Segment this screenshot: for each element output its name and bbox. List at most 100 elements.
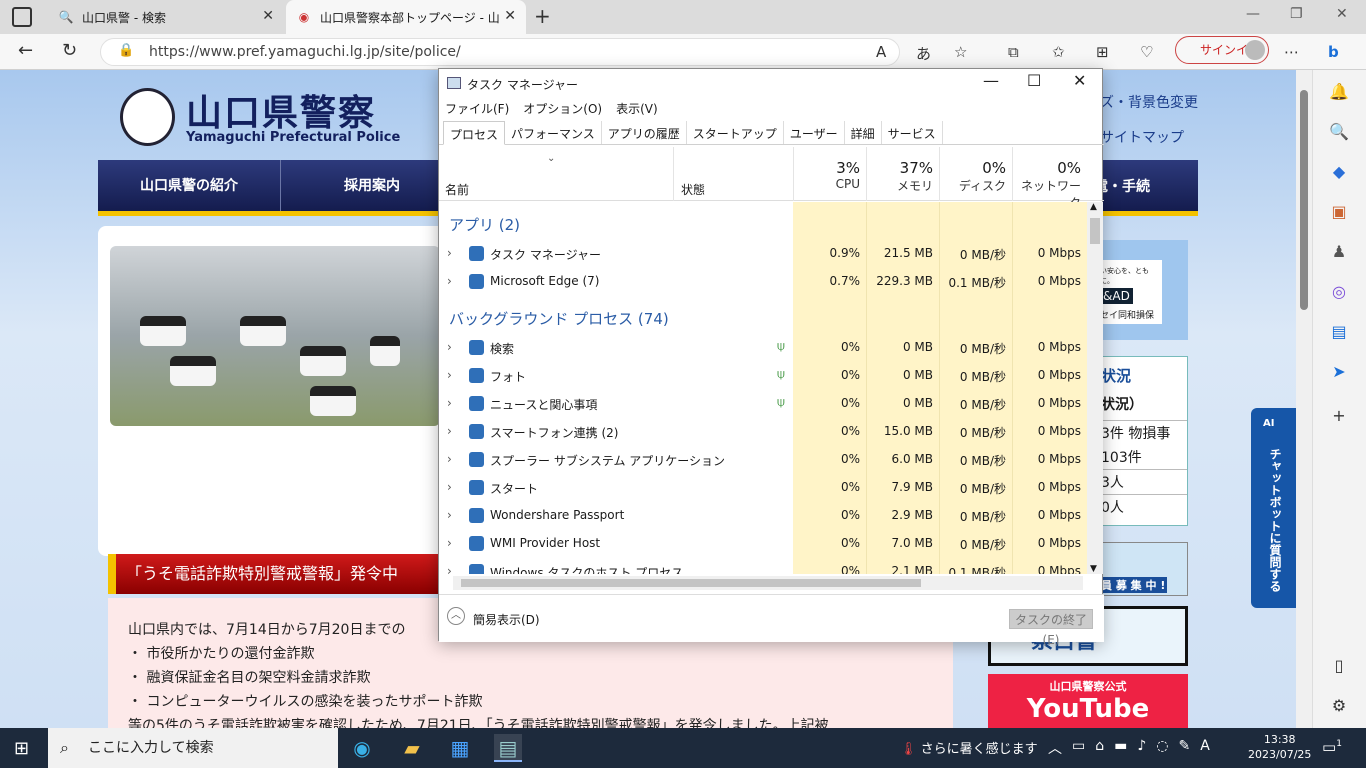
chatbot-button[interactable]: AI チャットボットに質問する <box>1251 408 1296 608</box>
scroll-thumb[interactable] <box>461 579 921 587</box>
tools-icon[interactable]: ▣ <box>1329 202 1349 221</box>
file-explorer-icon[interactable]: ▰ <box>398 734 426 762</box>
edge-browser-icon[interactable]: ◉ <box>348 734 376 762</box>
minimize-icon[interactable]: — <box>983 71 999 90</box>
process-row[interactable]: › 検索 ⍦ 0% 0 MB 0 MB/秒 0 Mbps <box>439 334 1087 362</box>
taskbar-search-box[interactable]: ⌕ ここに入力して検索 <box>48 728 338 768</box>
outlook-icon[interactable]: ▤ <box>1329 322 1349 341</box>
add-icon[interactable]: + <box>1329 406 1349 425</box>
column-network[interactable]: 0% ネットワーク <box>1012 147 1087 210</box>
close-tab-icon[interactable]: ✕ <box>262 8 274 24</box>
nav-item-about[interactable]: 山口県警の紹介 <box>98 160 281 211</box>
settings-gear-icon[interactable]: ⚙ <box>1329 696 1349 715</box>
column-disk[interactable]: 0% ディスク <box>939 147 1012 201</box>
volume-icon[interactable]: ♪ <box>1137 738 1146 758</box>
tab-startup[interactable]: スタートアップ <box>687 121 784 144</box>
bing-icon[interactable]: b <box>1328 43 1339 61</box>
tab-police-home[interactable]: ◉ 山口県警察本部トップページ - 山口 ✕ <box>286 0 526 34</box>
process-row[interactable]: › スプーラー サブシステム アプリケーション 0% 6.0 MB 0 MB/秒 0 Mb… <box>439 446 1087 474</box>
tab-actions-icon[interactable] <box>12 7 32 27</box>
tab-app-history[interactable]: アプリの履歴 <box>602 121 687 144</box>
alert-title[interactable]: 「うそ電話詐欺特別警戒警報」発令中 <box>108 554 438 594</box>
youtube-banner[interactable]: 山口県警察公式 YouTube <box>988 674 1188 728</box>
split-screen-icon[interactable]: ⧉ <box>1008 43 1019 61</box>
process-row[interactable]: › スマートフォン連携 (2) 0% 15.0 MB 0 MB/秒 0 Mbps <box>439 418 1087 446</box>
read-aloud-icon[interactable]: A <box>876 43 886 61</box>
column-memory[interactable]: 37% メモリ <box>866 147 939 201</box>
menu-view[interactable]: 表示(V) <box>616 100 658 117</box>
close-icon[interactable]: ✕ <box>1073 71 1086 90</box>
mascot-logo-icon[interactable] <box>120 88 175 146</box>
column-cpu[interactable]: 3% CPU <box>793 147 866 201</box>
expand-chevron-icon[interactable]: › <box>447 564 452 574</box>
close-tab-icon[interactable]: ✕ <box>504 8 516 24</box>
tab-users[interactable]: ユーザー <box>784 121 845 144</box>
expand-chevron-icon[interactable]: › <box>447 536 452 550</box>
translate-icon[interactable]: あ <box>916 43 931 64</box>
ime-indicator[interactable]: A <box>1200 738 1210 758</box>
sponsor-banner[interactable]: い安心を、ともに。 &AD セイ同和損保 <box>1098 260 1162 324</box>
process-row[interactable]: › ニュースと関心事項 ⍦ 0% 0 MB 0 MB/秒 0 Mbps <box>439 390 1087 418</box>
expand-chevron-icon[interactable]: › <box>447 274 452 288</box>
process-row[interactable]: › Wondershare Passport 0% 2.9 MB 0 MB/秒 0 Mbp… <box>439 502 1087 530</box>
battery-icon[interactable]: ▬ <box>1114 738 1127 758</box>
weather-widget[interactable]: 🌡 さらに暑く感じます <box>900 738 1038 757</box>
favorite-star-icon[interactable]: ☆ <box>954 43 967 61</box>
shopping-tag-icon[interactable]: ◆ <box>1329 162 1349 181</box>
signin-button[interactable]: サインイン <box>1175 36 1269 64</box>
new-tab-icon[interactable]: + <box>534 4 551 28</box>
tab-details[interactable]: 詳細 <box>845 121 882 144</box>
refresh-icon[interactable]: ↻ <box>62 40 77 61</box>
lock-icon[interactable]: 🔒 <box>118 43 134 58</box>
chevron-up-icon[interactable]: ︿ <box>447 607 465 625</box>
expand-chevron-icon[interactable]: › <box>447 368 452 382</box>
back-icon[interactable]: ← <box>18 40 33 61</box>
expand-chevron-icon[interactable]: › <box>447 508 452 522</box>
scroll-thumb[interactable] <box>1090 218 1100 244</box>
expand-chevron-icon[interactable]: › <box>447 424 452 438</box>
page-scrollbar[interactable] <box>1296 70 1312 728</box>
menu-options[interactable]: オプション(O) <box>523 100 602 117</box>
store-icon[interactable]: ▦ <box>446 734 474 762</box>
expand-chevron-icon[interactable]: › <box>447 396 452 410</box>
font-color-link[interactable]: ズ・背景色変更 <box>1100 92 1198 112</box>
notification-icon[interactable]: ▭1 <box>1322 738 1342 756</box>
network-icon[interactable]: ⌂ <box>1095 738 1104 758</box>
expand-chevron-icon[interactable]: › <box>447 480 452 494</box>
scroll-down-icon[interactable]: ▼ <box>1090 564 1097 574</box>
restore-icon[interactable]: ❐ <box>1290 6 1303 22</box>
minimize-icon[interactable]: — <box>1246 6 1260 22</box>
games-icon[interactable]: ♟ <box>1329 242 1349 261</box>
close-window-icon[interactable]: ✕ <box>1336 6 1348 22</box>
process-row[interactable]: › Windows タスクのホスト プロセス 0% 2.1 MB 0.1 MB/秒 0 M… <box>439 558 1087 574</box>
horizontal-scrollbar[interactable] <box>453 576 1083 590</box>
process-row[interactable]: › タスク マネージャー 0.9% 21.5 MB 0 MB/秒 0 Mbps <box>439 240 1087 268</box>
favorites-icon[interactable]: ✩ <box>1052 43 1065 61</box>
group-apps[interactable]: アプリ (2) <box>449 214 520 235</box>
expand-chevron-icon[interactable]: › <box>447 340 452 354</box>
bell-icon[interactable]: 🔔 <box>1329 82 1349 101</box>
expand-chevron-icon[interactable]: › <box>447 452 452 466</box>
sidebar-toggle-icon[interactable]: ▯ <box>1329 656 1349 675</box>
maximize-icon[interactable]: ☐ <box>1027 71 1041 90</box>
sitemap-link[interactable]: サイトマップ <box>1100 127 1184 147</box>
site-logo-title[interactable]: 山口県警察 <box>186 84 376 136</box>
tablet-icon[interactable]: ▭ <box>1072 738 1085 758</box>
office-icon[interactable]: ◎ <box>1329 282 1349 301</box>
chevron-up-icon[interactable]: ︿ <box>1048 738 1062 758</box>
process-row[interactable]: › Microsoft Edge (7) 0.7% 229.3 MB 0.1 MB/秒 0… <box>439 268 1087 296</box>
task-manager-taskbar-icon[interactable]: ▤ <box>494 734 522 762</box>
send-icon[interactable]: ➤ <box>1329 362 1349 381</box>
menu-file[interactable]: ファイル(F) <box>445 100 509 117</box>
fewer-details-link[interactable]: 簡易表示(D) <box>473 611 540 628</box>
browser-essentials-icon[interactable]: ♡ <box>1140 43 1153 61</box>
column-name[interactable]: 名前 <box>445 181 469 198</box>
nav-item-recruit[interactable]: 採用案内 <box>281 160 464 211</box>
group-background[interactable]: バックグラウンド プロセス (74) <box>449 308 669 329</box>
process-row[interactable]: › フォト ⍦ 0% 0 MB 0 MB/秒 0 Mbps <box>439 362 1087 390</box>
windows-start-icon[interactable]: ⊞ <box>14 738 29 759</box>
pen-icon[interactable]: ✎ <box>1179 738 1191 758</box>
vertical-scrollbar[interactable]: ▲ ▼ <box>1087 202 1103 574</box>
camera-icon[interactable]: ◌ <box>1156 738 1168 758</box>
tab-services[interactable]: サービス <box>882 121 943 144</box>
